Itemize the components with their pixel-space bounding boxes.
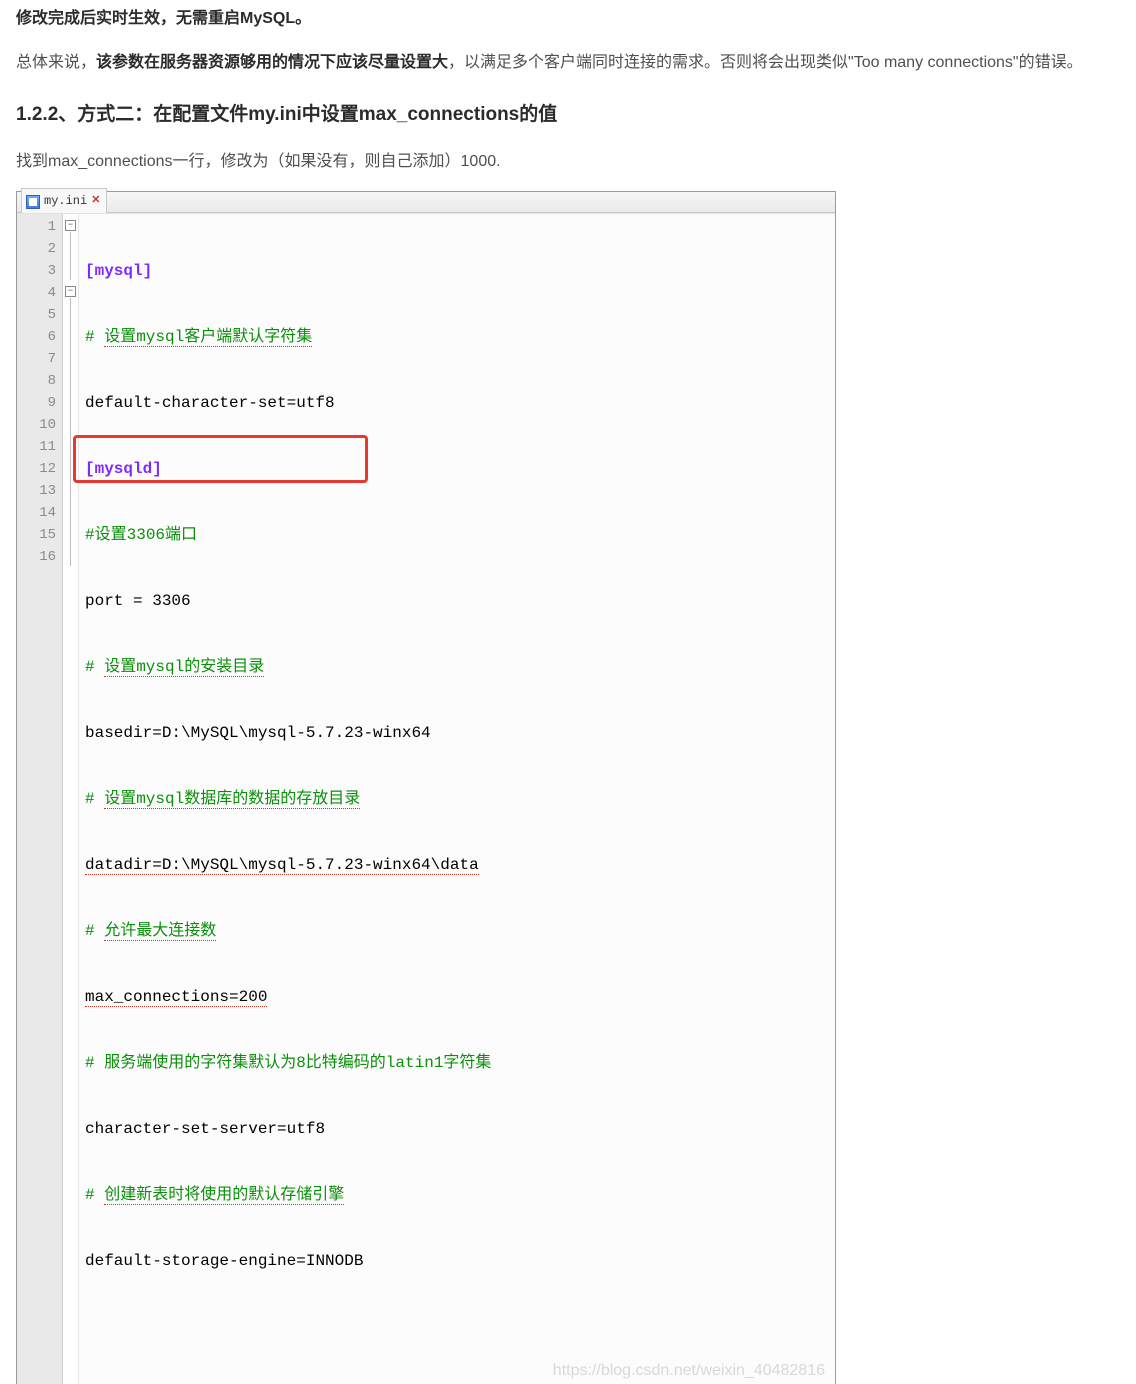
line-number: 4 (17, 282, 56, 304)
code-line: max_connections=200 (85, 986, 835, 1008)
para-3: 找到max_connections一行，修改为（如果没有，则自己添加）1000. (16, 147, 1120, 177)
line-number: 14 (17, 502, 56, 524)
line-number-gutter: 12345678910111213141516 (17, 214, 63, 1384)
para-2: 总体来说，该参数在服务器资源够用的情况下应该尽量设置大，以满足多个客户端同时连接… (16, 48, 1120, 78)
para-2-bold: 该参数在服务器资源够用的情况下应该尽量设置大 (96, 54, 448, 71)
heading-method-2: 1.2.2、方式二：在配置文件my.ini中设置max_connections的… (16, 97, 1120, 133)
line-number: 3 (17, 260, 56, 282)
code-line: port = 3306 (85, 590, 835, 612)
watermark: https://blog.csdn.net/weixin_40482816 (553, 1360, 825, 1382)
fold-toggle-mysql[interactable]: − (65, 220, 76, 231)
code-editor: my.ini ✕ 12345678910111213141516 − − [my… (16, 191, 836, 1384)
code-line: basedir=D:\MySQL\mysql-5.7.23-winx64 (85, 722, 835, 744)
editor-tab-bar: my.ini ✕ (17, 192, 835, 213)
line-number: 6 (17, 326, 56, 348)
code-line: # 创建新表时将使用的默认存储引擎 (85, 1184, 835, 1206)
fold-column: − − (63, 214, 79, 1384)
code-line: #设置3306端口 (85, 524, 835, 546)
close-icon[interactable]: ✕ (91, 191, 100, 212)
code-line: # 设置mysql的安装目录 (85, 656, 835, 678)
para-2-prefix: 总体来说， (16, 54, 96, 71)
code-line: # 允许最大连接数 (85, 920, 835, 942)
code-line: default-character-set=utf8 (85, 392, 835, 414)
code-line: # 设置mysql客户端默认字符集 (85, 326, 835, 348)
line-number: 11 (17, 436, 56, 458)
code-line: datadir=D:\MySQL\mysql-5.7.23-winx64\dat… (85, 854, 835, 876)
code-line: # 服务端使用的字符集默认为8比特编码的latin1字符集 (85, 1052, 835, 1074)
line-number: 10 (17, 414, 56, 436)
para-1-bold: 修改完成后实时生效，无需重启MySQL。 (16, 10, 311, 27)
code-line: [mysql] (85, 260, 835, 282)
editor-body: 12345678910111213141516 − − [mysql] # 设置… (17, 213, 835, 1384)
line-number: 2 (17, 238, 56, 260)
para-1: 修改完成后实时生效，无需重启MySQL。 (16, 4, 1120, 34)
code-line: # 设置mysql数据库的数据的存放目录 (85, 788, 835, 810)
line-number: 12 (17, 458, 56, 480)
line-number: 5 (17, 304, 56, 326)
file-icon (26, 195, 40, 209)
line-number: 7 (17, 348, 56, 370)
editor-tab-label: my.ini (44, 190, 87, 213)
line-number: 16 (17, 546, 56, 568)
line-number: 15 (17, 524, 56, 546)
code-line: [mysqld] (85, 458, 835, 480)
line-number: 1 (17, 216, 56, 238)
fold-toggle-mysqld[interactable]: − (65, 286, 76, 297)
code-line: character-set-server=utf8 (85, 1118, 835, 1140)
line-number: 9 (17, 392, 56, 414)
code-line: default-storage-engine=INNODB (85, 1250, 835, 1272)
editor-tab-myini[interactable]: my.ini ✕ (21, 188, 107, 213)
line-number: 8 (17, 370, 56, 392)
code-content: [mysql] # 设置mysql客户端默认字符集 default-charac… (79, 214, 835, 1384)
para-2-suffix: ，以满足多个客户端同时连接的需求。否则将会出现类似"Too many conne… (448, 54, 1083, 71)
line-number: 13 (17, 480, 56, 502)
